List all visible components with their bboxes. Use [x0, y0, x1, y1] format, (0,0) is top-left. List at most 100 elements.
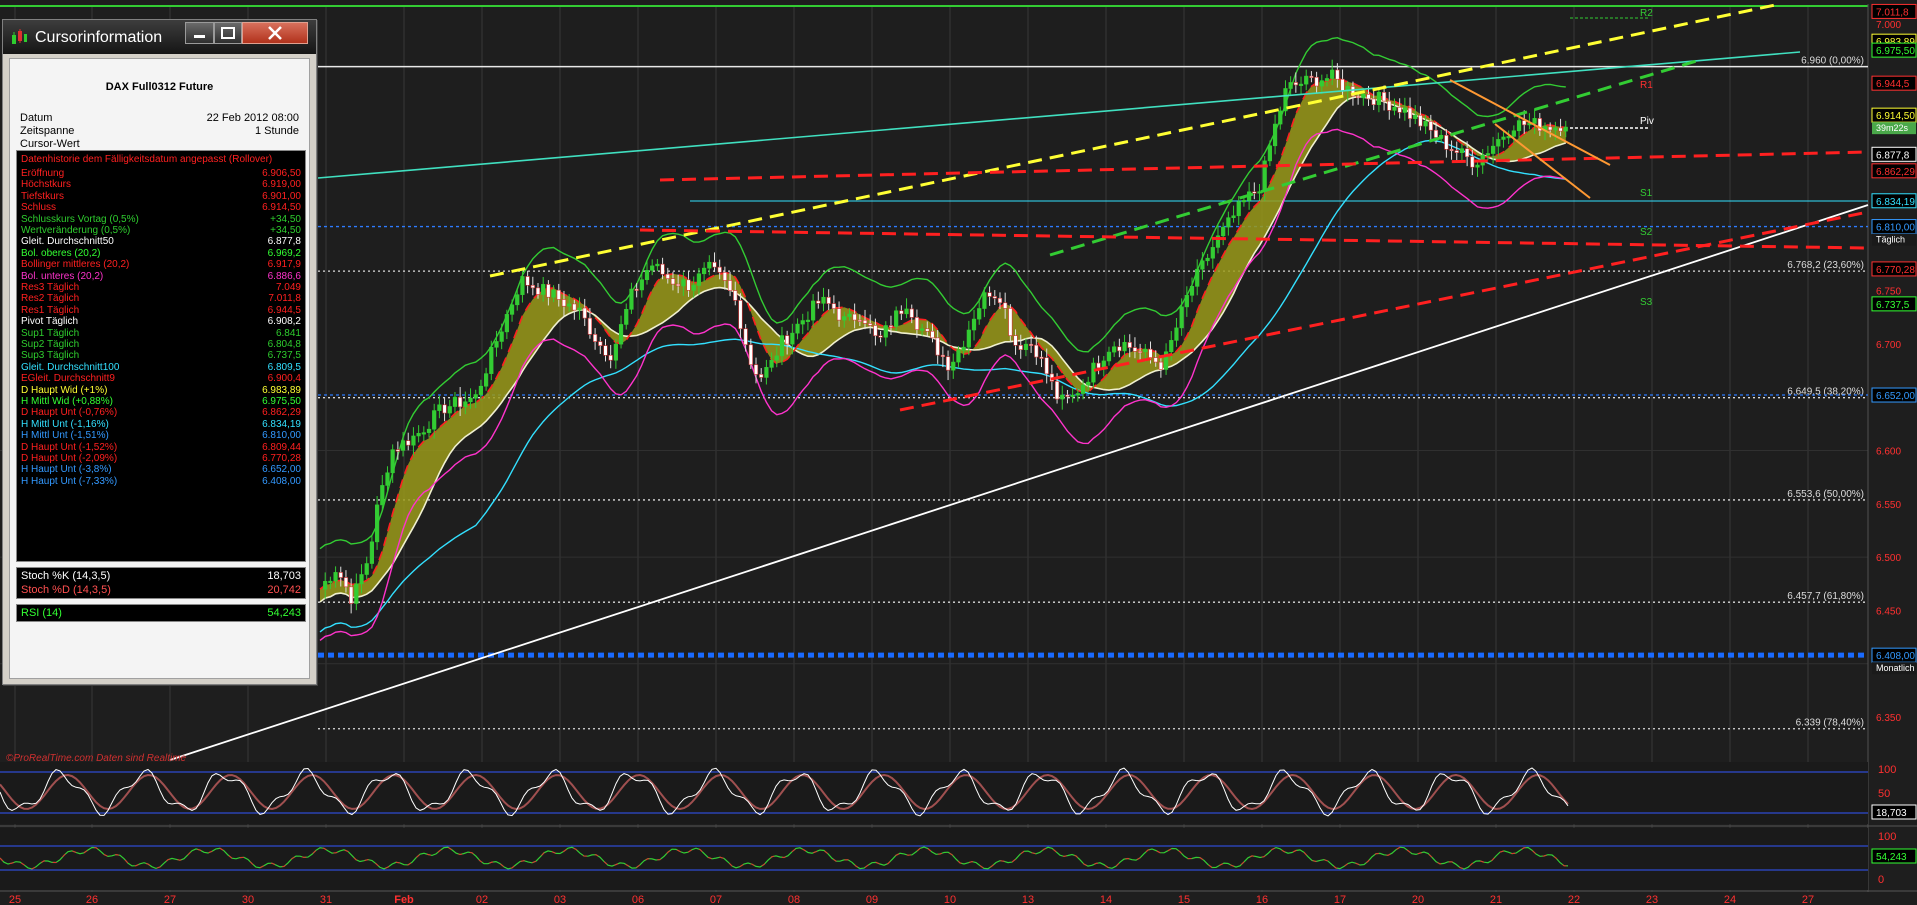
candle-body — [748, 344, 753, 366]
candle-body — [1226, 217, 1231, 228]
rsi-box: RSI (14) 54,243 — [16, 604, 306, 622]
candle-body — [800, 320, 805, 325]
candle-body — [1132, 347, 1138, 352]
candle-body — [727, 280, 733, 291]
candle-body — [1153, 357, 1158, 363]
candle-body — [878, 335, 883, 338]
candle-body — [842, 316, 847, 321]
price-label: 6.700 — [1876, 340, 1901, 351]
candle-body — [1335, 69, 1340, 80]
candle-body — [343, 577, 349, 588]
candle-body — [1298, 83, 1304, 86]
candle-body — [395, 449, 400, 452]
candle-body — [463, 401, 468, 408]
candle-body — [1381, 92, 1387, 102]
candle-body — [1221, 226, 1226, 237]
candle-body — [1324, 78, 1330, 81]
candle-body — [821, 296, 826, 304]
candle-body — [1127, 342, 1132, 348]
candle-body — [416, 433, 421, 437]
time-axis-label: 15 — [1178, 894, 1190, 905]
cursor-information-window[interactable]: Cursorinformation DAX Full0312 Future Da… — [2, 19, 317, 685]
candlestick-chart-icon — [12, 29, 27, 44]
candle-body — [1112, 346, 1117, 353]
candle-body — [1516, 120, 1522, 132]
rsi-label: RSI (14) — [21, 607, 62, 619]
candle-body — [473, 394, 478, 399]
time-axis-label: 06 — [632, 894, 644, 905]
cursor-value-label: Cursor-Wert — [20, 138, 80, 150]
candle-body — [385, 472, 390, 486]
candle-body — [1278, 110, 1283, 125]
candle-body — [525, 276, 530, 286]
time-axis-label: 27 — [1802, 894, 1814, 905]
stochastic-axis-label: 50 — [1878, 788, 1890, 800]
candle-body — [1314, 76, 1319, 87]
time-axis-label: 08 — [788, 894, 800, 905]
candle-body — [478, 385, 484, 395]
candle-body — [426, 428, 432, 433]
candle-body — [702, 267, 707, 275]
candle-body — [888, 325, 894, 328]
pivot-marker-label: S2 — [1640, 227, 1653, 238]
candle-body — [572, 303, 577, 311]
stochastic-value: 20,742 — [267, 584, 301, 596]
candle-body — [541, 284, 546, 295]
source-credit: ©ProRealTime.com Daten sind Realtime — [6, 753, 187, 764]
candle-body — [1241, 200, 1247, 203]
candle-body — [1008, 308, 1013, 336]
stochastic-axis-label: 100 — [1878, 764, 1896, 776]
candle-body — [1070, 394, 1075, 397]
candle-body — [644, 270, 650, 281]
time-axis-background — [0, 892, 1917, 905]
rsi-axis-label: 0 — [1878, 874, 1884, 886]
time-axis[interactable]: 25 26 27 30 31 Feb 02 03 06 07 08 09 10 13 14 15 16 17 20 2… — [0, 892, 1917, 905]
close-button[interactable] — [242, 22, 308, 44]
time-axis-label: 26 — [86, 894, 98, 905]
candle-body — [1174, 327, 1179, 341]
candle-body — [868, 323, 873, 326]
candle-body — [349, 586, 354, 604]
candle-body — [1465, 148, 1470, 158]
candle-body — [982, 292, 987, 309]
candle-body — [1288, 82, 1293, 89]
minimize-icon — [194, 35, 205, 38]
candle-body — [1319, 80, 1324, 87]
candle-body — [1475, 164, 1480, 168]
candle-body — [354, 583, 359, 604]
candle-body — [618, 324, 624, 345]
candle-body — [582, 307, 587, 319]
candle-body — [1205, 257, 1210, 262]
maximize-button[interactable] — [214, 22, 242, 44]
candle-body — [795, 323, 800, 334]
panel-titlebar[interactable]: Cursorinformation — [3, 20, 316, 54]
candle-body — [1231, 215, 1236, 219]
minimize-button[interactable] — [185, 22, 214, 44]
history-header: Datenhistorie dem Fälligkeitsdatum angep… — [21, 154, 273, 165]
candle-body — [546, 284, 551, 298]
price-label: 6.770,28 — [1876, 265, 1915, 276]
candle-body — [1548, 126, 1553, 131]
candle-body — [364, 563, 369, 575]
time-axis-label: 03 — [554, 894, 566, 905]
candle-body — [458, 396, 463, 408]
candle-body — [805, 319, 811, 322]
candle-body — [696, 273, 702, 286]
timeframe-label: Zeitspanne — [20, 125, 75, 137]
time-axis-label: 10 — [944, 894, 956, 905]
candle-body — [468, 397, 473, 403]
candle-body — [1428, 121, 1433, 131]
candle-body — [920, 328, 925, 331]
candle-body — [1532, 118, 1537, 124]
candle-body — [779, 335, 785, 357]
candle-body — [437, 404, 442, 411]
candle-body — [940, 354, 945, 358]
candle-body — [655, 263, 660, 267]
date-label: Datum — [20, 112, 53, 124]
pivot-marker-label: R2 — [1640, 8, 1653, 19]
candle-body — [1558, 127, 1563, 132]
candle-body — [520, 276, 525, 295]
candle-body — [1418, 115, 1423, 127]
candle-body — [1371, 98, 1376, 106]
candle-body — [977, 308, 982, 320]
